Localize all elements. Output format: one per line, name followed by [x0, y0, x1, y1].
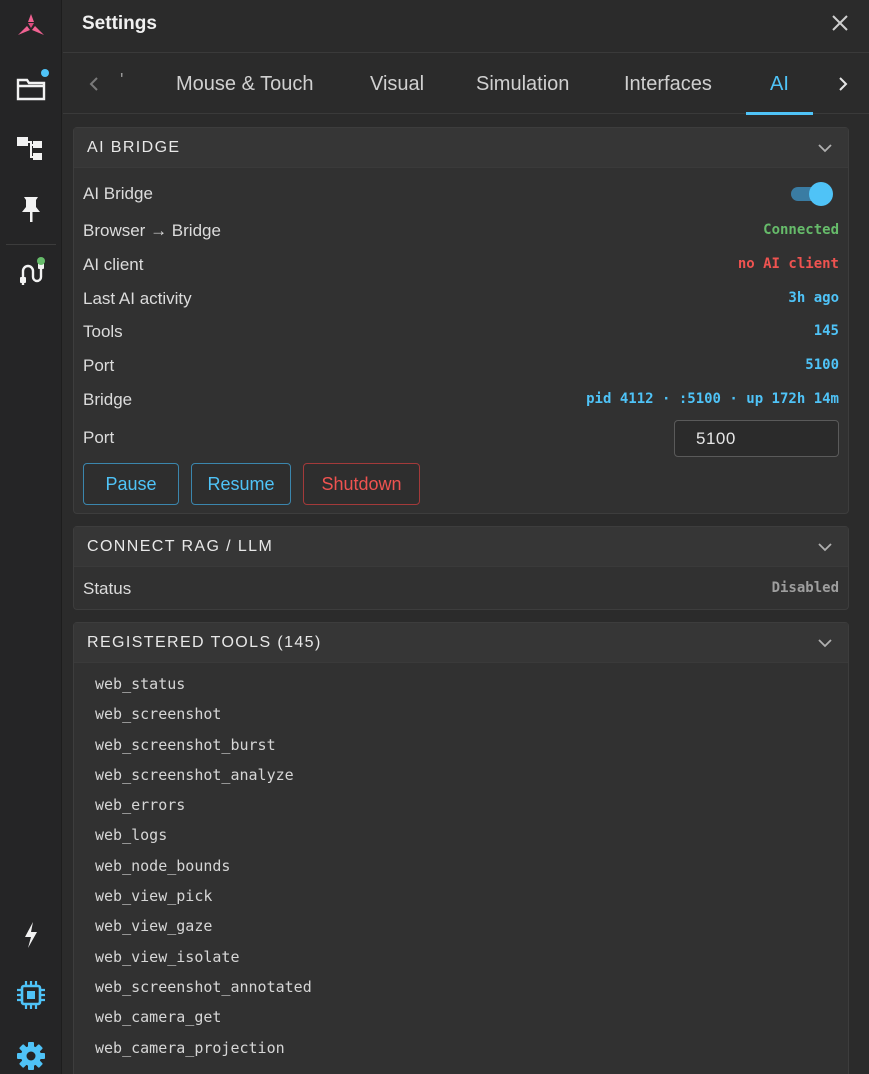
chevron-down-icon[interactable] — [817, 635, 833, 651]
tools-count-value: 145 — [813, 323, 839, 339]
status-row-browser-bridge: Browser → Bridge Connected — [83, 217, 839, 243]
pause-button[interactable]: Pause — [83, 463, 179, 505]
status-row-port: Port 5100 — [83, 352, 839, 378]
section-title: AI BRIDGE — [87, 139, 181, 156]
status-row-bridge: Bridge pid 4112 · :5100 · up 172h 14m — [83, 386, 839, 412]
page-title: Settings — [82, 13, 157, 34]
rag-status-row: Status Disabled — [83, 575, 839, 601]
ai-bridge-header[interactable]: AI BRIDGE — [74, 128, 848, 168]
list-item: web_view_isolate — [95, 947, 240, 966]
chevron-right-icon[interactable] — [831, 72, 855, 96]
bridge-actions: Pause Resume Shutdown — [83, 463, 839, 505]
ai-bridge-toggle-row: AI Bridge — [83, 180, 839, 206]
list-item: web_camera_projection — [95, 1038, 285, 1057]
list-item: web_node_bounds — [95, 856, 231, 875]
list-item: web_screenshot — [95, 705, 222, 724]
chevron-left-icon[interactable] — [82, 72, 106, 96]
status-dot — [37, 257, 45, 265]
ai-client-status: no AI client — [737, 256, 839, 272]
list-item: web_screenshot_annotated — [95, 977, 312, 996]
tab-visual[interactable]: Visual — [370, 54, 424, 114]
list-item: web_view_gaze — [95, 917, 213, 936]
last-activity-value: 3h ago — [788, 290, 839, 306]
row-label: AI client — [83, 255, 144, 274]
row-label: Tools — [83, 322, 123, 341]
close-icon[interactable] — [829, 12, 851, 34]
row-label: Bridge — [83, 390, 133, 409]
ai-bridge-section: AI BRIDGE AI Bridge Browser → Bridge Con… — [73, 127, 849, 514]
rail-divider — [6, 244, 56, 245]
rag-llm-section: CONNECT RAG / LLM Status Disabled — [73, 526, 849, 610]
row-label: Last AI activity — [83, 289, 192, 308]
shutdown-button[interactable]: Shutdown — [303, 463, 420, 505]
resume-button[interactable]: Resume — [191, 463, 291, 505]
rag-llm-header[interactable]: CONNECT RAG / LLM — [74, 527, 848, 567]
status-row-last-activity: Last AI activity 3h ago — [83, 285, 839, 311]
status-row-ai-client: AI client no AI client — [83, 251, 839, 277]
lightning-icon[interactable] — [0, 909, 62, 961]
connection-status: Connected — [763, 222, 839, 238]
chevron-down-icon[interactable] — [817, 539, 833, 555]
row-label: Status — [83, 579, 132, 598]
list-item: web_view_pick — [95, 887, 213, 906]
registered-tools-header[interactable]: REGISTERED TOOLS (145) — [74, 623, 848, 663]
gear-icon[interactable] — [0, 1030, 62, 1074]
section-title: REGISTERED TOOLS (145) — [87, 634, 322, 651]
list-item: web_camera_get — [95, 1008, 222, 1027]
chevron-down-icon[interactable] — [817, 140, 833, 156]
settings-content: AI BRIDGE AI Bridge Browser → Bridge Con… — [63, 115, 869, 1074]
bridge-process-value: pid 4112 · :5100 · up 172h 14m — [586, 391, 839, 407]
rag-status-value: Disabled — [771, 580, 839, 596]
tab-ai[interactable]: AI — [746, 54, 813, 115]
tool-list: web_status web_screenshot web_screenshot… — [95, 675, 312, 1069]
tab-bar: ' Mouse & Touch Visual Simulation Interf… — [63, 54, 869, 115]
app-logo-icon[interactable] — [0, 0, 62, 52]
cable-icon[interactable] — [0, 247, 62, 299]
port-input-row: Port 5100 — [83, 420, 839, 457]
registered-tools-section: REGISTERED TOOLS (145) web_status web_sc… — [73, 622, 849, 1074]
row-label: Browser → Bridge — [83, 221, 221, 240]
toggle-knob — [809, 182, 833, 206]
tab-simulation[interactable]: Simulation — [476, 54, 569, 114]
folder-icon[interactable] — [0, 62, 62, 114]
tab-interfaces[interactable]: Interfaces — [624, 54, 712, 114]
port-input-label: Port — [83, 428, 115, 447]
tab-mouse-touch[interactable]: Mouse & Touch — [176, 54, 314, 114]
hierarchy-icon[interactable] — [0, 123, 62, 175]
list-item: web_logs — [95, 826, 168, 845]
ai-bridge-label: AI Bridge — [83, 184, 153, 203]
list-item: web_screenshot_burst — [95, 735, 276, 754]
pin-icon[interactable] — [0, 183, 62, 235]
chip-icon[interactable] — [0, 969, 62, 1021]
port-input[interactable]: 5100 — [674, 420, 839, 457]
list-item: web_screenshot_analyze — [95, 765, 294, 784]
tab-ai-label: AI — [770, 72, 789, 95]
notification-dot — [41, 69, 49, 77]
settings-header: Settings — [63, 0, 869, 53]
list-item: web_errors — [95, 796, 186, 815]
left-rail — [0, 0, 62, 1074]
tab-label-fragment: ' — [120, 70, 124, 90]
list-item: web_status — [95, 675, 186, 693]
ai-bridge-toggle[interactable] — [791, 181, 833, 206]
row-label: Port — [83, 356, 115, 375]
section-title: CONNECT RAG / LLM — [87, 538, 274, 555]
status-row-tools: Tools 145 — [83, 318, 839, 344]
port-value: 5100 — [805, 357, 839, 373]
